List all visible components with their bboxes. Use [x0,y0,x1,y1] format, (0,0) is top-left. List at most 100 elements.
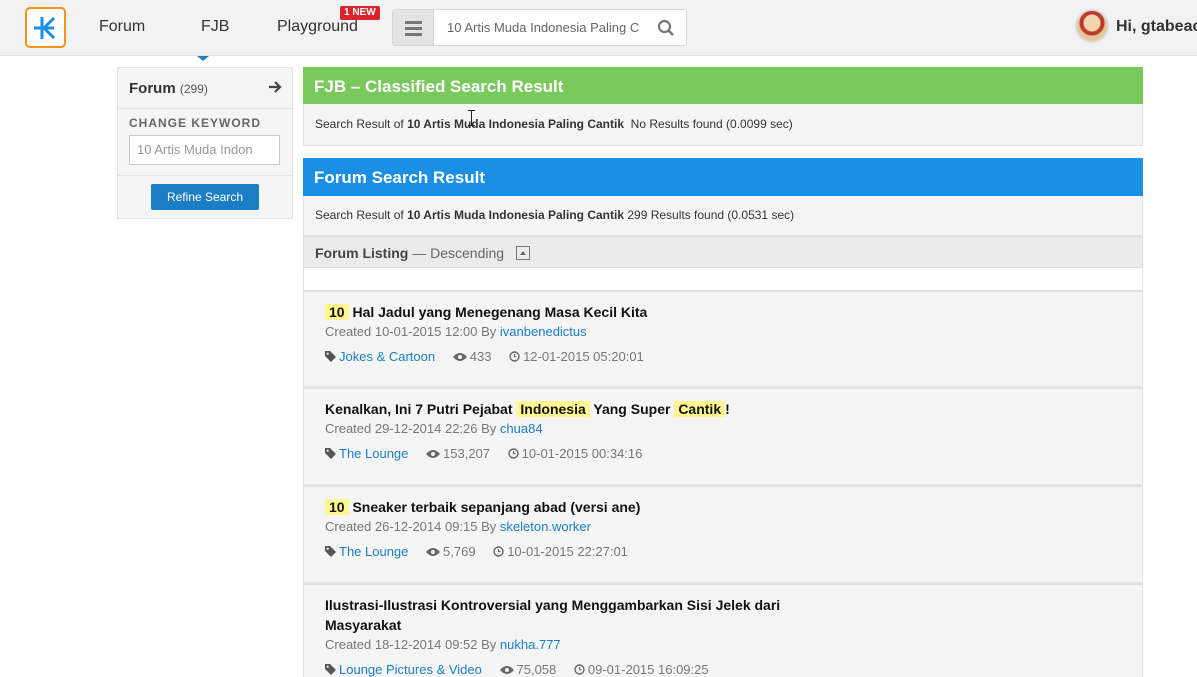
last-post: 09-01-2015 16:09:25 [574,662,709,677]
new-badge: 1 NEW [340,6,380,20]
user-greeting[interactable]: Hi, gtabeac [1116,18,1197,36]
hamburger-menu-button[interactable] [392,9,433,46]
avatar[interactable] [1075,9,1109,43]
divider [118,175,292,176]
tag-icon [325,546,336,557]
last-post-time: 09-01-2015 16:09:25 [587,662,709,677]
thread-meta: Created 10-01-2015 12:00 By ivanbenedict… [325,324,587,339]
sidebar-forum-heading[interactable]: Forum (299) [129,80,208,97]
listing-title: Forum Listing [315,245,409,261]
title-highlight: Indonesia [516,401,590,417]
last-post: 10-01-2015 22:27:01 [493,544,628,559]
title-text: Sneaker terbaik sepanjang abad (versi an… [348,499,641,515]
nav-playground[interactable]: Playground [277,18,358,36]
sort-toggle-icon[interactable] [515,246,530,260]
result-count: 299 Results found (0.0531 sec) [627,208,795,222]
fjb-result-summary: Search Result of 10 Artis Muda Indonesia… [303,104,1143,146]
category-link[interactable]: Jokes & Cartoon [325,349,435,364]
view-count-value: 433 [469,349,492,364]
thread-item: 10 Sneaker terbaik sepanjang abad (versi… [303,485,1143,583]
last-post: 10-01-2015 00:34:16 [507,446,642,461]
created-text: Created 10-01-2015 12:00 By [325,324,497,339]
thread-item: 10 Hal Jadul yang Menegenang Masa Kecil … [303,290,1143,387]
thread-item: Kenalkan, Ini 7 Putri Pejabat Indonesia … [303,387,1143,485]
view-count: 75,058 [499,662,557,677]
title-text: Ilustrasi-Ilustrasi Kontroversial yang M… [325,597,781,633]
thread-info: Lounge Pictures & Video 75,058 09-01-201… [325,662,709,677]
last-post-time: 10-01-2015 22:27:01 [507,544,628,559]
thread-info: The Lounge 5,769 10-01-2015 22:27:01 [325,544,628,559]
clock-icon [509,351,520,362]
author-link[interactable]: ivanbenedictus [500,324,587,339]
category-label: The Lounge [339,446,409,461]
text-cursor-icon [468,110,475,126]
thread-title[interactable]: Ilustrasi-Ilustrasi Kontroversial yang M… [325,595,825,635]
search-icon[interactable] [657,19,675,37]
title-text: ! [725,401,730,417]
listing-spacer [303,268,1143,290]
thread-meta: Created 26-12-2014 09:15 By skeleton.wor… [325,519,591,534]
forum-result-summary: Search Result of 10 Artis Muda Indonesia… [303,196,1143,236]
title-text: Yang Super [589,401,675,417]
keyword-input[interactable]: 10 Artis Muda Indon [129,135,280,165]
result-keyword: 10 Artis Muda Indonesia Paling Cantik [407,208,624,222]
created-text: Created 29-12-2014 22:26 By [325,421,497,436]
created-text: Created 18-12-2014 09:52 By [325,637,497,652]
thread-meta: Created 29-12-2014 22:26 By chua84 [325,421,543,436]
category-link[interactable]: The Lounge [325,544,408,559]
tag-icon [325,664,336,675]
view-count: 5,769 [426,544,476,559]
author-link[interactable]: chua84 [500,421,543,436]
top-navbar: Forum FJB Playground 1 NEW 10 Artis Muda… [0,0,1197,56]
tag-icon [325,351,336,362]
listing-order: — Descending [412,245,505,261]
sidebar-forum-count: (299) [179,82,208,96]
eye-icon [426,450,441,458]
category-link[interactable]: The Lounge [325,446,408,461]
divider [118,108,292,109]
thread-info: Jokes & Cartoon 433 12-01-2015 05:20:01 [325,349,644,364]
menu-bar [405,27,422,30]
nav-forum[interactable]: Forum [99,18,145,36]
forum-result-header: Forum Search Result [303,158,1143,196]
thread-title[interactable]: 10 Sneaker terbaik sepanjang abad (versi… [325,497,825,517]
title-highlight: Cantik [674,401,726,417]
result-keyword: 10 Artis Muda Indonesia Paling Cantik [407,117,624,131]
title-text: Hal Jadul yang Menegenang Masa Kecil Kit… [348,304,648,320]
clock-icon [507,448,519,459]
category-label: Lounge Pictures & Video [339,662,482,677]
thread-title[interactable]: Kenalkan, Ini 7 Putri Pejabat Indonesia … [325,399,825,419]
last-post: 12-01-2015 05:20:01 [509,349,644,364]
clock-icon [574,664,585,675]
view-count: 153,207 [426,446,490,461]
forum-listing-header: Forum Listing — Descending [303,236,1143,268]
last-post-time: 12-01-2015 05:20:01 [523,349,644,364]
category-link[interactable]: Lounge Pictures & Video [325,662,482,677]
thread-info: The Lounge 153,207 10-01-2015 00:34:16 [325,446,642,461]
search-box: 10 Artis Muda Indonesia Paling C [433,9,687,46]
result-prefix: Search Result of [315,117,404,131]
author-link[interactable]: skeleton.worker [500,519,591,534]
thread-title[interactable]: 10 Hal Jadul yang Menegenang Masa Kecil … [325,302,825,322]
category-label: The Lounge [339,544,409,559]
view-count-value: 75,058 [516,662,557,677]
arrow-right-icon[interactable] [268,80,282,94]
created-text: Created 26-12-2014 09:15 By [325,519,497,534]
author-link[interactable]: nukha.777 [500,637,561,652]
sidebar-forum-label: Forum [129,80,176,97]
eye-icon [499,666,514,674]
category-label: Jokes & Cartoon [339,349,436,364]
nav-fjb[interactable]: FJB [201,18,229,36]
search-input[interactable]: 10 Artis Muda Indonesia Paling C [447,20,643,35]
result-count: No Results found (0.0099 sec) [630,117,793,131]
view-count: 433 [452,349,492,364]
result-prefix: Search Result of [315,208,404,222]
eye-icon [426,548,441,556]
title-highlight: 10 [325,304,349,320]
eye-icon [452,353,467,361]
menu-bar [405,21,422,24]
thread-meta: Created 18-12-2014 09:52 By nukha.777 [325,637,561,652]
search-sidebar: Forum (299) CHANGE KEYWORD 10 Artis Muda… [117,67,293,219]
refine-search-button[interactable]: Refine Search [151,184,259,210]
kaskus-logo[interactable] [25,7,66,48]
